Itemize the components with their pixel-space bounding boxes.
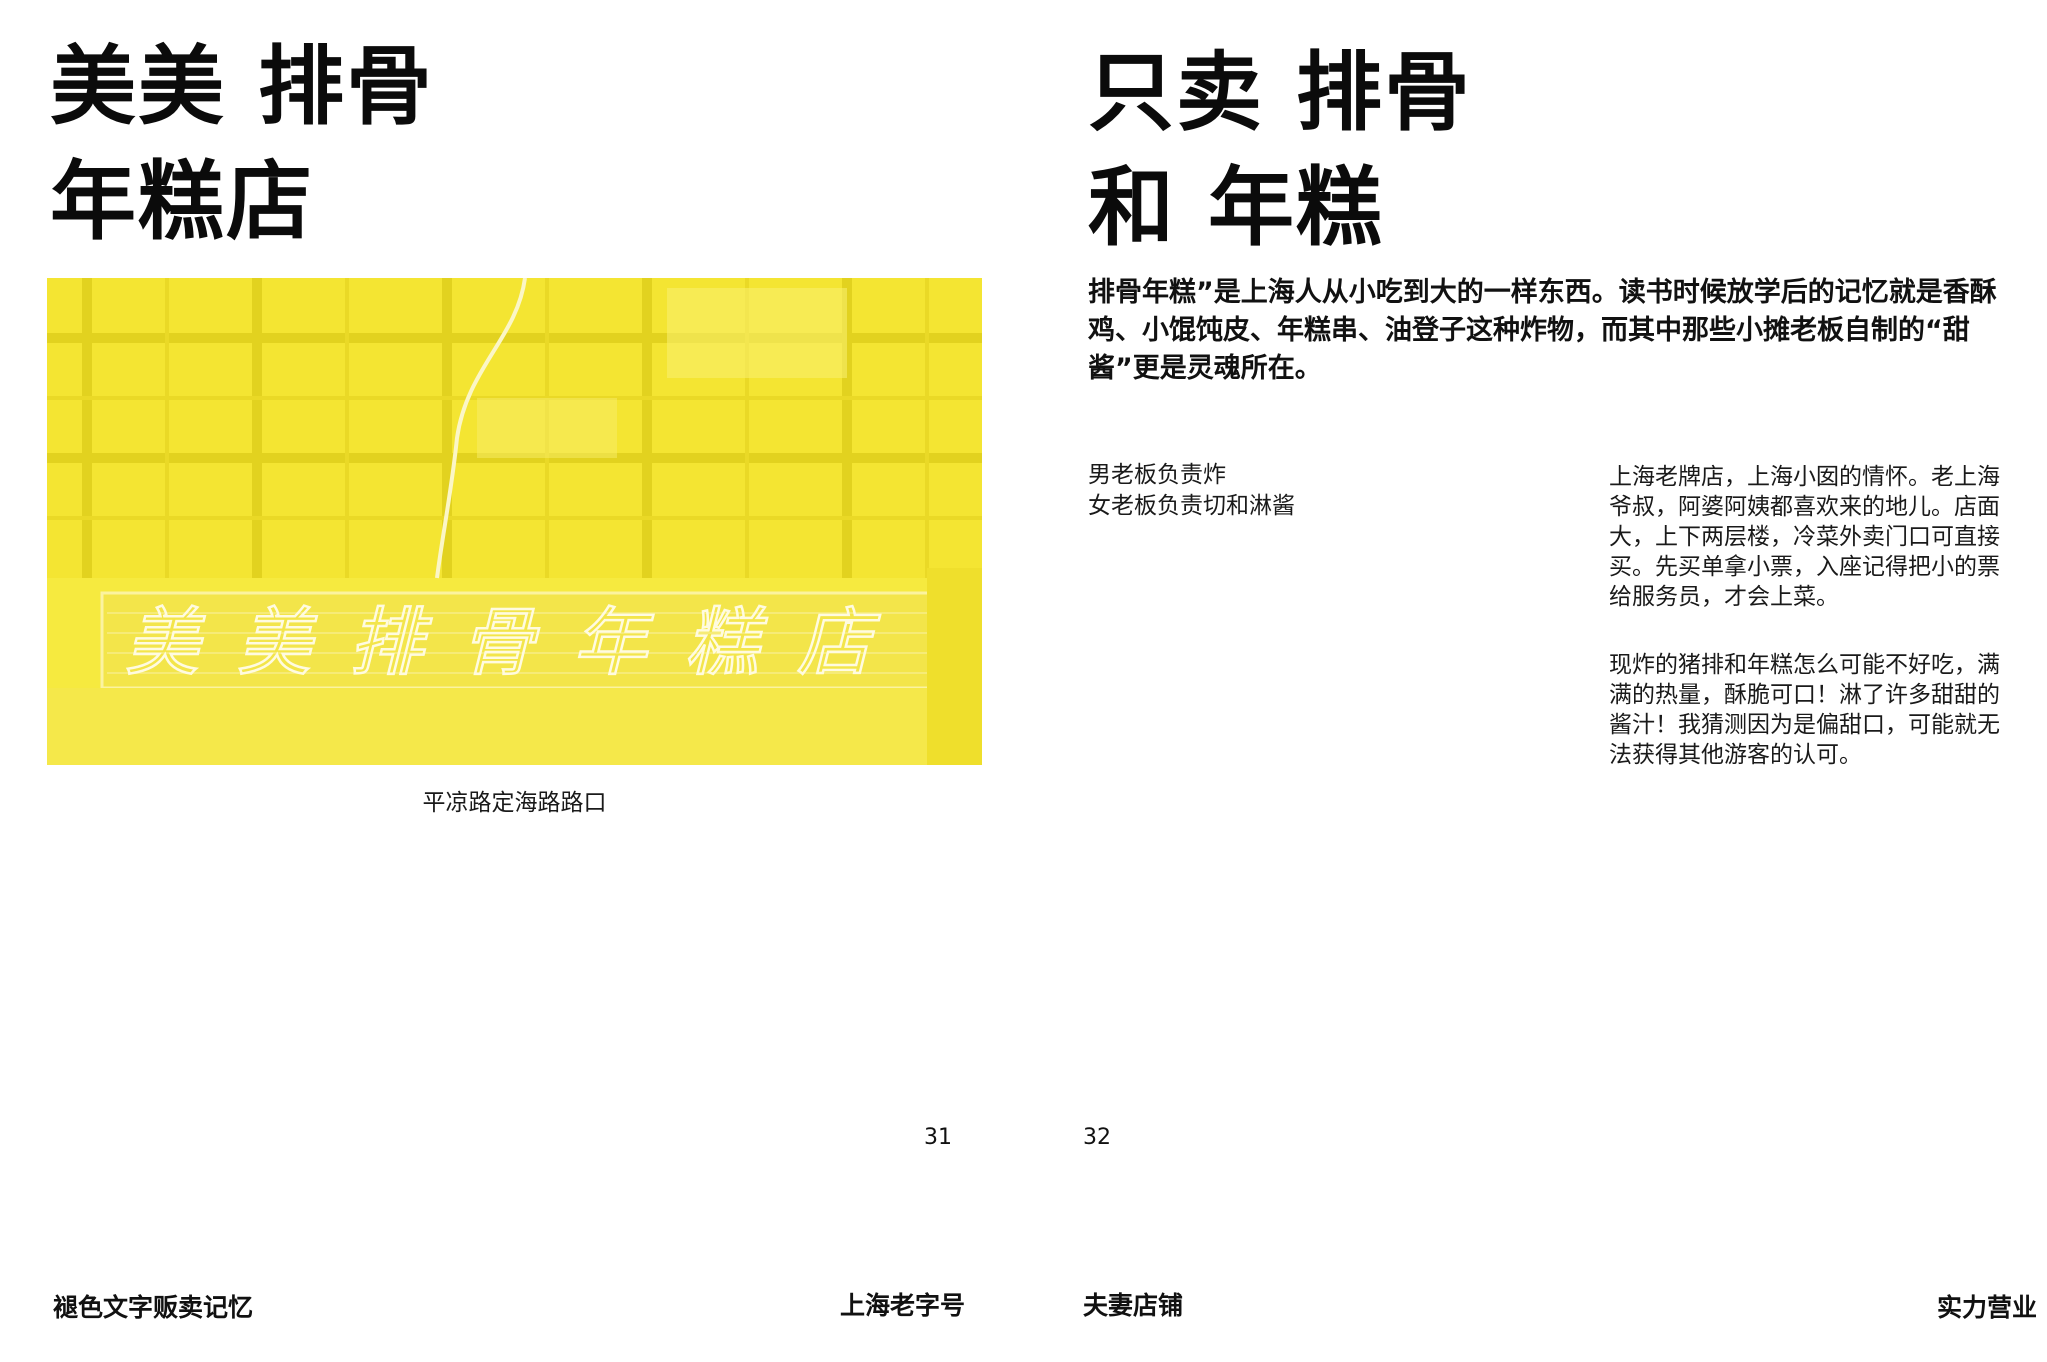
sign-text: 美美排骨年糕店 [125,600,909,686]
body-paragraph-2: 现炸的猪排和年糕怎么可能不好吃，满满的热量，酥脆可口！淋了许多甜甜的酱汁！我猜测… [1609,652,2000,768]
storefront-photo-drawing: 美美排骨年糕店 [47,278,982,765]
owners-note-line-1: 男老板负责炸 [1088,462,1226,488]
right-page: 只卖 排骨 和 年糕 排骨年糕”是上海人从小吃到大的一样东西。读书时候放学后的记… [1023,0,2047,1362]
left-page: 美美 排骨 年糕店 美美排骨年糕店 平凉路定海路路口 31 褪色文字贩卖记忆 上… [0,0,1023,1362]
left-title-line-2: 年糕店 [50,152,314,252]
left-title-line-1: 美美 排骨 [50,37,434,137]
footer-left-section: 上海老字号 [839,1291,965,1320]
footer-left-label: 褪色文字贩卖记忆 [53,1293,254,1322]
right-title-line-1: 只卖 排骨 [1088,43,1472,143]
lead-paragraph: 排骨年糕”是上海人从小吃到大的一样东西。读书时候放学后的记忆就是香酥鸡、小馄饨皮… [1088,277,1997,384]
footer-right-section: 实力营业 [1936,1293,2037,1322]
photo-caption: 平凉路定海路路口 [422,790,607,816]
storefront-photo: 美美排骨年糕店 [47,278,982,765]
owners-note: 男老板负责炸 女老板负责切和淋酱 [1088,460,1295,522]
footer-right-label: 夫妻店铺 [1083,1291,1184,1320]
magazine-spread: 美美 排骨 年糕店 美美排骨年糕店 平凉路定海路路口 31 褪色文字贩卖记忆 上… [0,0,2047,1362]
left-page-title: 美美 排骨 年糕店 [50,30,434,260]
right-page-title: 只卖 排骨 和 年糕 [1088,36,1472,266]
right-title-line-2: 和 年糕 [1088,158,1384,258]
owners-note-line-2: 女老板负责切和淋酱 [1088,493,1295,519]
body-paragraph-1: 上海老牌店，上海小囡的情怀。老上海爷叔，阿婆阿姨都喜欢来的地儿。店面大，上下两层… [1609,464,2000,610]
page-number-left: 31 [924,1125,952,1150]
page-number-right: 32 [1083,1125,1111,1150]
